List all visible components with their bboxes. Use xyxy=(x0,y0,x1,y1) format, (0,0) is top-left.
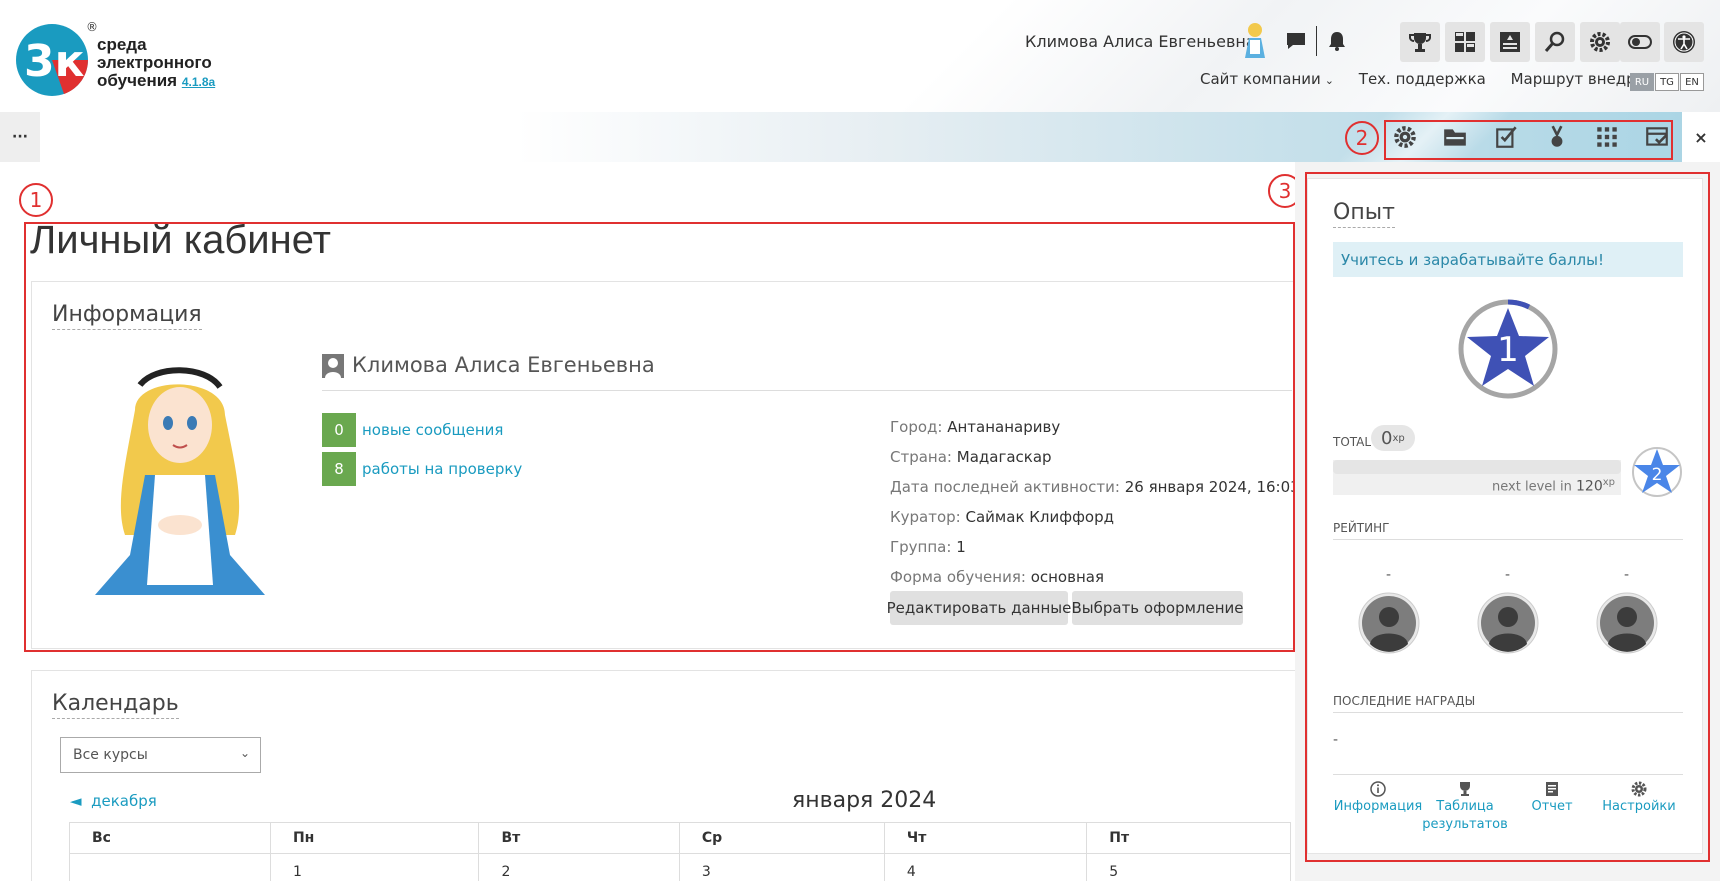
chevron-down-icon[interactable]: ⌄ xyxy=(1325,74,1334,87)
search-icon xyxy=(1544,31,1565,52)
header-user-name[interactable]: Климова Алиса Евгеньевна xyxy=(1025,32,1256,51)
toggle-icon xyxy=(1628,35,1652,49)
courses-icon xyxy=(1500,32,1520,52)
logo-line-3-text: обучения xyxy=(97,71,178,90)
calendar-table: Вс Пн Вт Ср Чт Пт 1 2 3 4 5 xyxy=(69,822,1291,881)
annotation-box-2 xyxy=(1384,120,1673,160)
calendar-week-row: 1 2 3 4 5 xyxy=(69,853,1291,881)
close-button[interactable]: × xyxy=(1682,112,1720,162)
trophy-button[interactable] xyxy=(1400,22,1440,62)
logo-mark-icon[interactable]: 3к xyxy=(14,20,90,100)
calendar-day[interactable]: 4 xyxy=(883,853,1088,881)
registered-mark: ® xyxy=(86,20,98,34)
page: 3к ® среда электронного обучения 4.1.8a … xyxy=(0,0,1720,881)
lang-tg[interactable]: TG xyxy=(1655,73,1679,91)
notifications-icon[interactable] xyxy=(1326,30,1348,52)
toggle-button[interactable] xyxy=(1620,22,1660,62)
calendar-day[interactable]: 5 xyxy=(1086,853,1291,881)
lang-ru[interactable]: RU xyxy=(1630,73,1654,91)
calendar-day[interactable] xyxy=(69,853,271,881)
accessibility-icon xyxy=(1673,31,1695,53)
version-link[interactable]: 4.1.8a xyxy=(182,75,215,89)
calendar-header-row: Вс Пн Вт Ср Чт Пт xyxy=(69,822,1291,854)
courses-button[interactable] xyxy=(1490,22,1530,62)
annotation-2: 2 xyxy=(1345,121,1379,155)
calendar-day[interactable]: 2 xyxy=(478,853,680,881)
logo-text: среда электронного обучения 4.1.8a xyxy=(97,36,215,91)
gear-icon xyxy=(1590,32,1610,52)
calendar-day[interactable]: 3 xyxy=(678,853,885,881)
prev-month-link[interactable]: ◄ декабря xyxy=(70,792,157,810)
lang-en[interactable]: EN xyxy=(1680,73,1704,91)
dashboard-icon xyxy=(1455,32,1475,52)
annotation-box-1 xyxy=(24,222,1295,652)
accessibility-button[interactable] xyxy=(1664,22,1704,62)
prev-month-label: декабря xyxy=(91,792,157,810)
weekday-fri: Пт xyxy=(1086,822,1291,854)
logo-line-2: электронного xyxy=(97,53,212,72)
course-select-value: Все курсы xyxy=(73,747,148,763)
nav-company-site[interactable]: Сайт компании xyxy=(1200,70,1321,88)
course-select[interactable]: Все курсы ⌄ xyxy=(60,737,261,773)
logo-line-1: среда xyxy=(97,35,147,54)
settings-button[interactable] xyxy=(1580,22,1620,62)
trophy-icon xyxy=(1409,33,1431,52)
weekday-sun: Вс xyxy=(69,822,271,854)
chevron-down-icon: ⌄ xyxy=(239,746,250,760)
weekday-thu: Чт xyxy=(883,822,1088,854)
svg-text:3к: 3к xyxy=(24,36,85,87)
annotation-1: 1 xyxy=(19,183,53,217)
messages-icon[interactable] xyxy=(1285,30,1307,52)
calendar-month-title: января 2024 xyxy=(792,788,937,813)
weekday-wed: Ср xyxy=(678,822,885,854)
weekday-mon: Пн xyxy=(269,822,480,854)
menu-button[interactable]: ··· xyxy=(0,112,40,162)
user-avatar-icon[interactable] xyxy=(1240,20,1270,60)
weekday-tue: Вт xyxy=(478,822,680,854)
header-nav: Сайт компании ⌄ Тех. поддержка Маршрут вн… xyxy=(1200,70,1693,88)
search-button[interactable] xyxy=(1535,22,1575,62)
calendar-title: Календарь xyxy=(52,691,179,719)
header-divider xyxy=(1316,26,1317,56)
calendar-day[interactable]: 1 xyxy=(269,853,480,881)
caret-left-icon: ◄ xyxy=(70,792,82,810)
dashboard-button[interactable] xyxy=(1445,22,1485,62)
logo-line-3: обучения 4.1.8a xyxy=(97,72,215,91)
nav-support[interactable]: Тех. поддержка xyxy=(1359,70,1486,88)
annotation-box-3 xyxy=(1305,172,1710,862)
